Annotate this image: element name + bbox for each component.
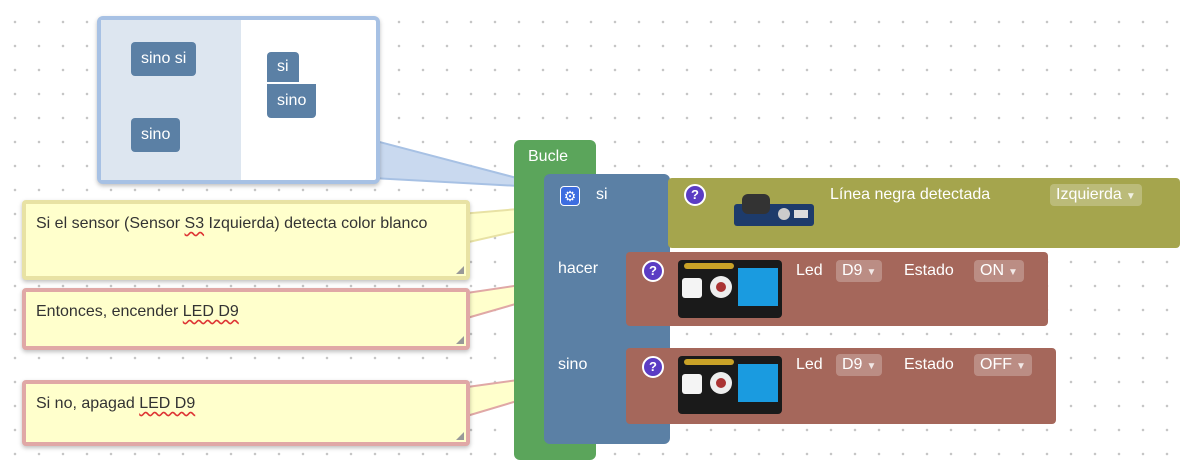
chevron-down-icon: ▼ bbox=[1125, 191, 1136, 202]
else-label: sino bbox=[558, 356, 588, 373]
led-module-image bbox=[678, 356, 782, 414]
mutator-else-if-block[interactable]: sino si bbox=[131, 42, 197, 76]
line-sensor-image bbox=[728, 190, 820, 234]
led-off-state-dropdown[interactable]: OFF ▼ bbox=[974, 354, 1032, 376]
led-off-pin-value: D9 bbox=[842, 356, 863, 373]
chevron-down-icon: ▼ bbox=[866, 267, 877, 278]
chevron-down-icon: ▼ bbox=[866, 361, 877, 372]
led-on-state-label: Estado bbox=[904, 262, 954, 279]
led-on-state-value: ON bbox=[980, 262, 1004, 279]
led-on-pin-dropdown[interactable]: D9 ▼ bbox=[836, 260, 883, 282]
mutator-else-block[interactable]: sino bbox=[131, 118, 181, 152]
led-on-pin-value: D9 bbox=[842, 262, 863, 279]
loop-block-label: Bucle bbox=[528, 148, 569, 165]
led-off-comment[interactable]: Si no, apagad LED D9 bbox=[22, 380, 470, 446]
resize-handle[interactable] bbox=[456, 336, 464, 344]
sensor-side-value: Izquierda bbox=[1056, 186, 1122, 203]
led-on-comment-text: Entonces, encender LED D9 bbox=[36, 303, 239, 320]
resize-handle[interactable] bbox=[456, 432, 464, 440]
led-off-pin-dropdown[interactable]: D9 ▼ bbox=[836, 354, 883, 376]
resize-handle[interactable] bbox=[456, 266, 464, 274]
sensor-comment-text: Si el sensor (Sensor S3 Izquierda) detec… bbox=[36, 215, 428, 232]
mutator-if-else-block[interactable]: sino bbox=[267, 84, 317, 118]
do-label: hacer bbox=[558, 260, 599, 277]
chevron-down-icon: ▼ bbox=[1008, 267, 1018, 278]
help-icon[interactable]: ? bbox=[684, 184, 706, 206]
led-on-state-dropdown[interactable]: ON ▼ bbox=[974, 260, 1024, 282]
gear-icon[interactable]: ⚙ bbox=[560, 186, 580, 206]
mutator-bubble: sino si sino si sino bbox=[97, 16, 380, 184]
sensor-comment[interactable]: Si el sensor (Sensor S3 Izquierda) detec… bbox=[22, 200, 470, 280]
led-off-comment-text: Si no, apagad LED D9 bbox=[36, 395, 196, 412]
led-off-state-value: OFF bbox=[980, 356, 1012, 373]
led-module-image bbox=[678, 260, 782, 318]
help-icon[interactable]: ? bbox=[642, 260, 664, 282]
if-label: si bbox=[596, 186, 608, 203]
help-icon[interactable]: ? bbox=[642, 356, 664, 378]
sensor-side-dropdown[interactable]: Izquierda ▼ bbox=[1050, 184, 1142, 206]
led-off-state-label: Estado bbox=[904, 356, 954, 373]
led-off-label: Led bbox=[796, 356, 823, 373]
led-on-label: Led bbox=[796, 262, 823, 279]
mutator-if-block[interactable]: si bbox=[267, 52, 299, 82]
led-on-comment[interactable]: Entonces, encender LED D9 bbox=[22, 288, 470, 350]
sensor-label: Línea negra detectada bbox=[830, 186, 991, 203]
chevron-down-icon: ▼ bbox=[1016, 361, 1026, 372]
